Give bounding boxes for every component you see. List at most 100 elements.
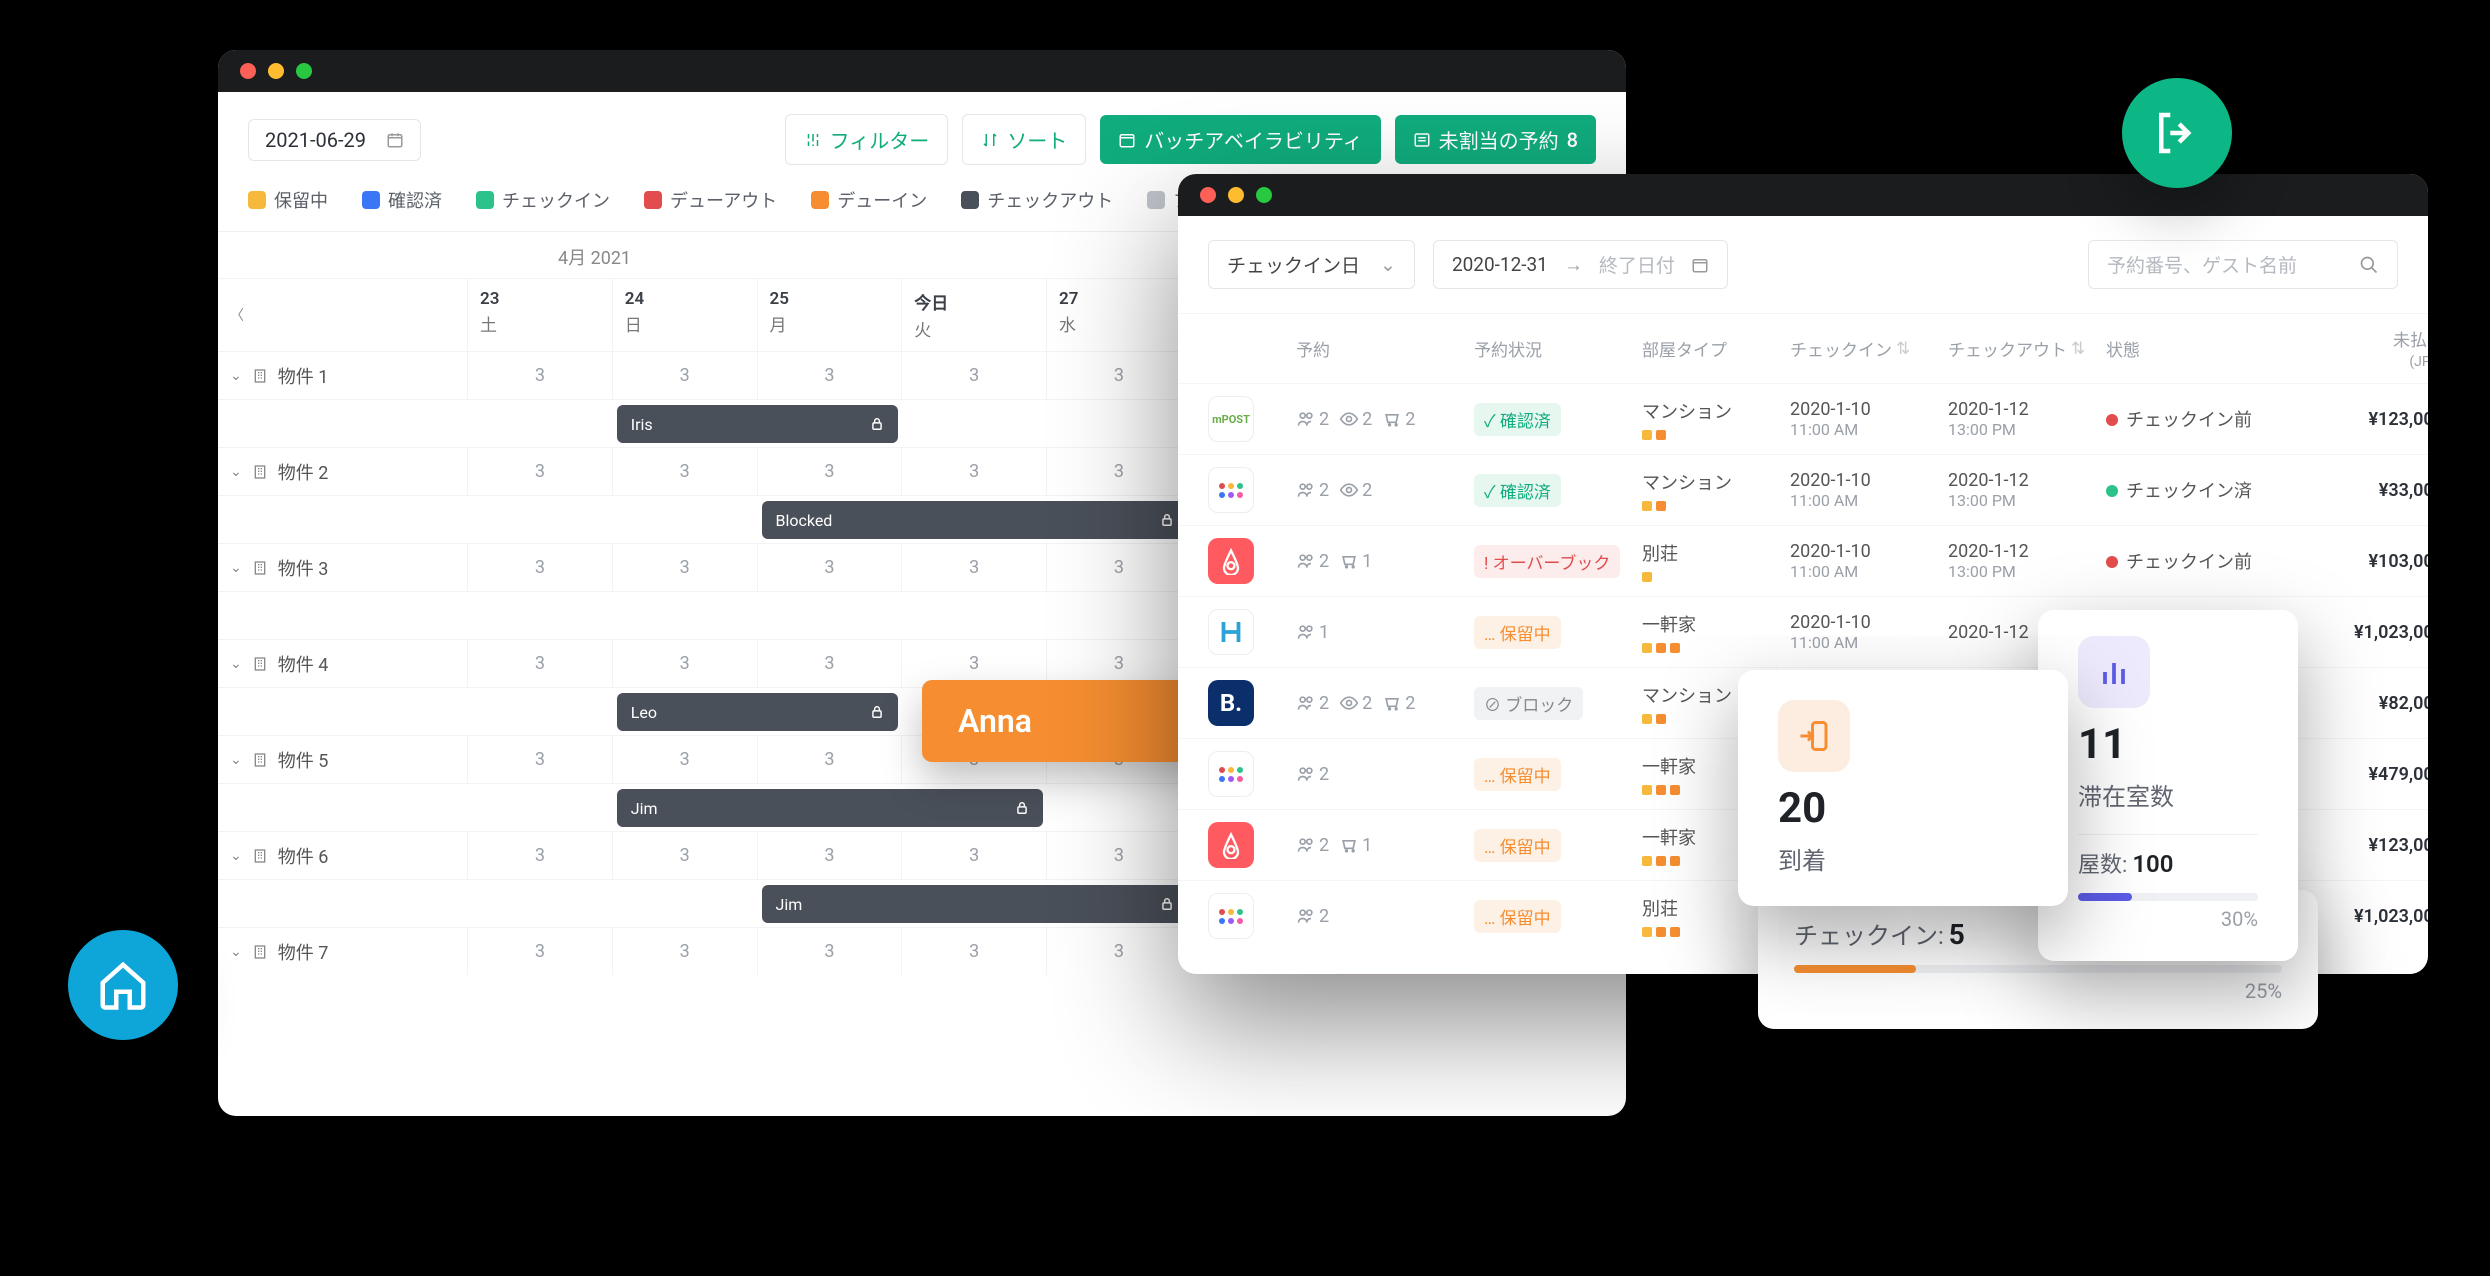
float-exit-icon bbox=[2122, 78, 2232, 188]
legend-item: 保留中 bbox=[248, 187, 328, 213]
status-badge: … 保留中 bbox=[1474, 829, 1634, 862]
availability-count[interactable]: 3 bbox=[468, 351, 613, 399]
building-icon bbox=[252, 944, 268, 960]
stat-card-arrivals: 20 到着 bbox=[1738, 670, 2068, 906]
status-badge: … 保留中 bbox=[1474, 758, 1634, 791]
guest-icons: 2 bbox=[1296, 906, 1466, 927]
lock-icon bbox=[1160, 897, 1174, 911]
sort-button[interactable]: ソート bbox=[962, 114, 1086, 165]
guest-icons: 1 bbox=[1296, 622, 1466, 643]
guest-icons: 21 bbox=[1296, 551, 1466, 572]
availability-count[interactable]: 3 bbox=[613, 351, 758, 399]
checkin-time: 2020-1-1011:00 AM bbox=[1790, 541, 1940, 581]
reservation-bar[interactable]: Blocked bbox=[762, 501, 1188, 539]
availability-count[interactable]: 3 bbox=[468, 927, 613, 975]
availability-count[interactable]: 3 bbox=[468, 543, 613, 591]
availability-count[interactable]: 3 bbox=[1047, 831, 1192, 879]
bars-icon bbox=[2078, 636, 2150, 708]
property-row-header[interactable]: ⌄ 物件 4 bbox=[218, 639, 468, 687]
property-row-header[interactable]: ⌄ 物件 5 bbox=[218, 735, 468, 783]
platform-icon: mPOST bbox=[1208, 396, 1288, 442]
date-value: 2021-06-29 bbox=[265, 128, 366, 152]
property-row-header[interactable]: ⌄ 物件 3 bbox=[218, 543, 468, 591]
date-range-picker[interactable]: 2020-12-31 → 終了日付 bbox=[1433, 240, 1728, 289]
arrow-right-icon: → bbox=[1564, 253, 1583, 277]
platform-icon bbox=[1208, 467, 1288, 513]
unpaid-amount: ¥123,000 bbox=[2294, 835, 2428, 856]
reservation-bar[interactable]: Leo bbox=[617, 693, 899, 731]
property-row-header[interactable]: ⌄ 物件 7 bbox=[218, 927, 468, 975]
legend-item: デューイン bbox=[811, 187, 927, 213]
checkout-time: 2020-1-1213:00 PM bbox=[1948, 470, 2098, 510]
availability-count[interactable]: 3 bbox=[468, 735, 613, 783]
availability-count[interactable]: 3 bbox=[902, 831, 1047, 879]
reservation-bar[interactable]: Jim bbox=[762, 885, 1188, 923]
building-icon bbox=[252, 752, 268, 768]
availability-count[interactable]: 3 bbox=[758, 927, 903, 975]
unpaid-amount: ¥33,000 bbox=[2294, 480, 2428, 501]
stat-card-occupied: 11 滞在室数 屋数: 100 30% bbox=[2038, 610, 2298, 961]
availability-count[interactable]: 3 bbox=[613, 927, 758, 975]
reservation-row[interactable]: 22 ✓ 確認済 マンション 2020-1-1011:00 AM 2020-1-… bbox=[1178, 454, 2428, 525]
window-chrome bbox=[1178, 174, 2428, 216]
day-header: 24日 bbox=[613, 278, 758, 351]
arrival-icon bbox=[1778, 700, 1850, 772]
sort-icon bbox=[981, 131, 999, 149]
reservation-bar[interactable]: Jim bbox=[617, 789, 1043, 827]
availability-count[interactable]: 3 bbox=[902, 543, 1047, 591]
availability-count[interactable]: 3 bbox=[758, 351, 903, 399]
sort-checkout[interactable]: チェックアウト⇅ bbox=[1948, 336, 2098, 361]
reservation-row[interactable]: 21 ! オーバーブック 別荘 2020-1-1011:00 AM 2020-1… bbox=[1178, 525, 2428, 596]
checkin-time: 2020-1-1011:00 AM bbox=[1790, 399, 1940, 439]
checkin-type-select[interactable]: チェックイン日 ⌄ bbox=[1208, 240, 1415, 289]
status-badge: … 保留中 bbox=[1474, 900, 1634, 933]
room-type: 一軒家 bbox=[1642, 611, 1782, 653]
availability-count[interactable]: 3 bbox=[613, 447, 758, 495]
status-badge: ! オーバーブック bbox=[1474, 545, 1634, 578]
unpaid-amount: ¥82,000 bbox=[2294, 693, 2428, 714]
search-input[interactable]: 予約番号、ゲスト名前 bbox=[2088, 240, 2398, 289]
availability-count[interactable]: 3 bbox=[613, 639, 758, 687]
calendar-icon bbox=[1118, 131, 1136, 149]
availability-count[interactable]: 3 bbox=[758, 447, 903, 495]
date-picker[interactable]: 2021-06-29 bbox=[248, 119, 421, 161]
legend-item: 確認済 bbox=[362, 187, 442, 213]
platform-icon bbox=[1208, 751, 1288, 797]
property-row-header[interactable]: ⌄ 物件 6 bbox=[218, 831, 468, 879]
property-row-header[interactable]: ⌄ 物件 2 bbox=[218, 447, 468, 495]
availability-count[interactable]: 3 bbox=[758, 543, 903, 591]
availability-count[interactable]: 3 bbox=[1047, 927, 1192, 975]
day-header: 25月 bbox=[758, 278, 903, 351]
availability-count[interactable]: 3 bbox=[468, 447, 613, 495]
calendar-icon bbox=[386, 131, 404, 149]
availability-count[interactable]: 3 bbox=[613, 735, 758, 783]
unassigned-button[interactable]: 未割当の予約 8 bbox=[1395, 115, 1596, 164]
batch-availability-button[interactable]: バッチアベイラビリティ bbox=[1100, 115, 1380, 164]
availability-count[interactable]: 3 bbox=[1047, 543, 1192, 591]
availability-count[interactable]: 3 bbox=[902, 447, 1047, 495]
availability-count[interactable]: 3 bbox=[1047, 351, 1192, 399]
availability-count[interactable]: 3 bbox=[758, 831, 903, 879]
reservation-row[interactable]: mPOST 222 ✓ 確認済 マンション 2020-1-1011:00 AM … bbox=[1178, 383, 2428, 454]
platform-icon bbox=[1208, 822, 1288, 868]
availability-count[interactable]: 3 bbox=[758, 735, 903, 783]
lock-icon bbox=[870, 417, 884, 431]
prev-icon[interactable]: 〈 bbox=[230, 305, 244, 325]
availability-count[interactable]: 3 bbox=[468, 831, 613, 879]
availability-count[interactable]: 3 bbox=[468, 639, 613, 687]
sort-checkin[interactable]: チェックイン⇅ bbox=[1790, 336, 1940, 361]
lock-icon bbox=[1015, 801, 1029, 815]
reservation-bar[interactable]: Iris bbox=[617, 405, 899, 443]
property-row-header[interactable]: ⌄ 物件 1 bbox=[218, 351, 468, 399]
calendar-toolbar: 2021-06-29 フィルター ソート バッチアベイラビリティ 未割当の予約 … bbox=[218, 92, 1626, 179]
lock-icon bbox=[1160, 513, 1174, 527]
availability-count[interactable]: 3 bbox=[758, 639, 903, 687]
availability-count[interactable]: 3 bbox=[613, 543, 758, 591]
status-badge: ✓ 確認済 bbox=[1474, 474, 1634, 507]
availability-count[interactable]: 3 bbox=[902, 351, 1047, 399]
availability-count[interactable]: 3 bbox=[902, 927, 1047, 975]
sliders-icon bbox=[804, 131, 822, 149]
availability-count[interactable]: 3 bbox=[613, 831, 758, 879]
filter-button[interactable]: フィルター bbox=[785, 114, 949, 165]
availability-count[interactable]: 3 bbox=[1047, 447, 1192, 495]
